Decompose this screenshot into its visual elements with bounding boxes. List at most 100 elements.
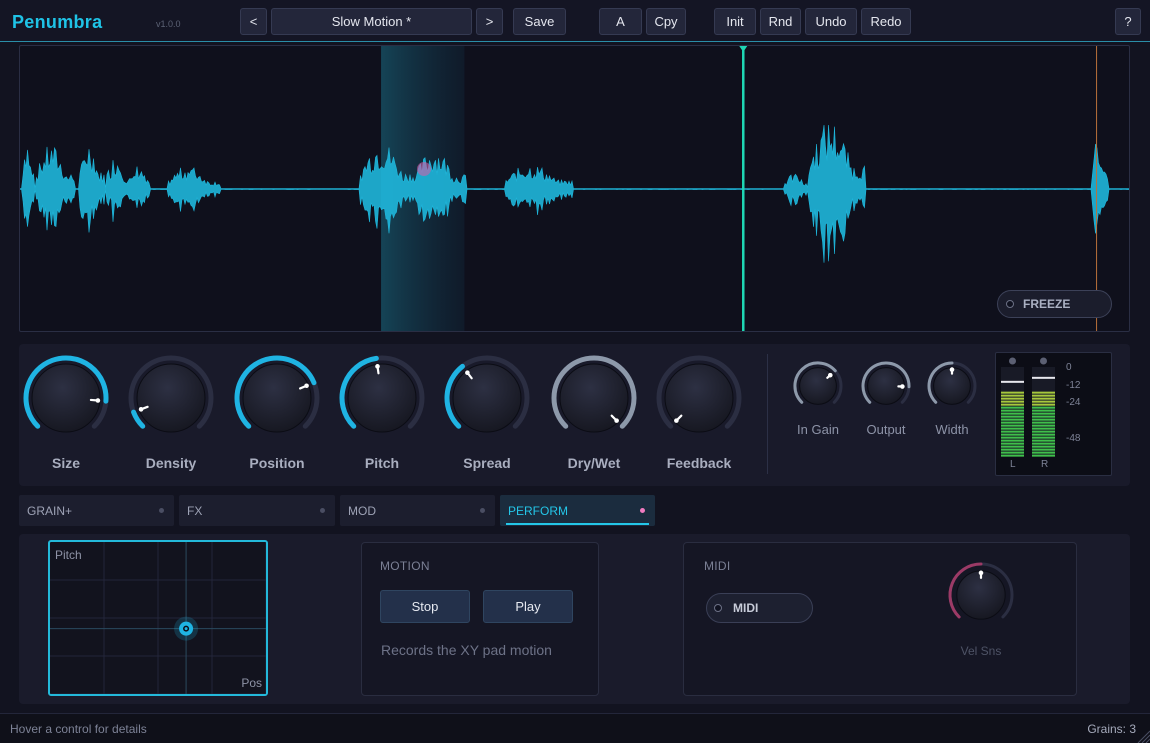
knob-body[interactable] xyxy=(31,363,101,433)
knob-label: Width xyxy=(935,422,969,437)
knob-pointer-dot xyxy=(900,384,905,389)
perform-panel: Pitch Pos MOTION Stop Play Records the X… xyxy=(19,534,1130,704)
tab-mod[interactable]: MOD xyxy=(340,495,495,526)
knob-pitch[interactable] xyxy=(337,353,427,448)
redo-button[interactable]: Redo xyxy=(861,8,911,35)
meter-segment xyxy=(1001,454,1024,457)
meter-segment xyxy=(1032,412,1055,415)
xy-pad-x-label: Pos xyxy=(241,676,262,690)
meter-tick-48: -48 xyxy=(1066,433,1081,444)
motion-play-button[interactable]: Play xyxy=(483,590,573,623)
waveform-display[interactable]: FREEZE xyxy=(19,45,1130,332)
knob-body[interactable] xyxy=(452,363,522,433)
status-bar: Hover a control for details Grains: 3 xyxy=(0,713,1150,743)
help-button[interactable]: ? xyxy=(1115,8,1141,35)
resize-grip-icon[interactable] xyxy=(1136,729,1150,743)
motion-stop-button[interactable]: Stop xyxy=(380,590,470,623)
knob-dry-wet[interactable] xyxy=(549,353,639,448)
tab-perform[interactable]: PERFORM xyxy=(500,495,655,526)
knob-density[interactable] xyxy=(126,353,216,448)
knob-graphic[interactable] xyxy=(21,353,111,443)
prev-preset-button[interactable]: < xyxy=(240,8,267,35)
meter-segment xyxy=(1001,394,1024,397)
tab-fx[interactable]: FX xyxy=(179,495,335,526)
meter-peak-hold xyxy=(1032,376,1055,379)
knob-graphic[interactable] xyxy=(860,360,912,412)
meter-segment xyxy=(1032,409,1055,412)
meter-segment xyxy=(1032,394,1055,397)
meter-segment xyxy=(1032,454,1055,457)
xy-pad-grid xyxy=(50,542,266,694)
init-button[interactable]: Init xyxy=(714,8,756,35)
knob-label: Feedback xyxy=(666,455,732,471)
save-button[interactable]: Save xyxy=(513,8,566,35)
copy-button[interactable]: Cpy xyxy=(646,8,686,35)
tab-active-underline xyxy=(506,523,649,525)
knob-in-gain[interactable] xyxy=(792,360,844,417)
knob-body[interactable] xyxy=(242,363,312,433)
knob-label: Spread xyxy=(463,455,511,471)
tab-label: GRAIN+ xyxy=(27,503,73,518)
meter-segment xyxy=(1001,421,1024,424)
tab-label: FX xyxy=(187,503,203,518)
status-hint: Hover a control for details xyxy=(10,722,147,736)
knob-graphic[interactable] xyxy=(337,353,427,443)
app-version: v1.0.0 xyxy=(156,19,181,29)
meter-segment xyxy=(1032,430,1055,433)
knob-graphic[interactable] xyxy=(926,360,978,412)
meter-segment xyxy=(1001,430,1024,433)
meter-channel-left: L xyxy=(1010,459,1016,470)
meter-segment xyxy=(1001,400,1024,403)
knob-body[interactable] xyxy=(136,363,206,433)
knob-size[interactable] xyxy=(21,353,111,448)
tab-label: MOD xyxy=(348,503,376,518)
knob-pointer-dot xyxy=(95,398,101,403)
tab-grain-plus[interactable]: GRAIN+ xyxy=(19,495,174,526)
random-button[interactable]: Rnd xyxy=(760,8,801,35)
meter-segment xyxy=(1032,418,1055,421)
knob-spread[interactable] xyxy=(442,353,532,448)
freeze-toggle[interactable]: FREEZE xyxy=(997,290,1112,318)
motion-title: MOTION xyxy=(380,559,430,573)
knob-graphic[interactable] xyxy=(654,353,744,443)
knob-output[interactable] xyxy=(860,360,912,417)
meter-segment xyxy=(1001,427,1024,430)
meter-segment xyxy=(1032,397,1055,400)
meter-channel-right: R xyxy=(1041,459,1049,470)
clip-indicator-icon[interactable] xyxy=(1009,357,1016,365)
tab-indicator xyxy=(480,508,485,513)
knob-body[interactable] xyxy=(347,363,417,433)
playhead-marker-icon[interactable] xyxy=(739,46,748,52)
velocity-sensitivity-knob[interactable] xyxy=(946,560,1016,630)
knob-width[interactable] xyxy=(926,360,978,417)
preset-name-display[interactable]: Slow Motion * xyxy=(271,8,472,35)
next-preset-button[interactable]: > xyxy=(476,8,503,35)
clip-indicator-icon[interactable] xyxy=(1040,357,1047,365)
ab-compare-button[interactable]: A xyxy=(599,8,642,35)
knob-pointer-dot xyxy=(614,418,619,423)
app-logo: Penumbra xyxy=(12,12,103,32)
xy-pad[interactable]: Pitch Pos xyxy=(48,540,268,696)
meter-tick-24: -24 xyxy=(1066,397,1081,408)
knob-graphic[interactable] xyxy=(549,353,639,443)
knob-feedback[interactable] xyxy=(654,353,744,448)
midi-title: MIDI xyxy=(704,559,731,573)
knob-pointer-dot xyxy=(949,367,955,372)
undo-button[interactable]: Undo xyxy=(805,8,857,35)
knob-graphic[interactable] xyxy=(126,353,216,443)
freeze-led xyxy=(1006,300,1014,308)
meter-tick-0: 0 xyxy=(1066,362,1072,373)
midi-toggle[interactable]: MIDI xyxy=(706,593,813,623)
meter-segment xyxy=(1001,442,1024,445)
waveform-canvas[interactable] xyxy=(20,46,1130,332)
knob-pointer-dot xyxy=(138,407,144,412)
meter-segment xyxy=(1032,451,1055,454)
knob-position[interactable] xyxy=(232,353,322,448)
knob-graphic[interactable] xyxy=(442,353,532,443)
knob-graphic[interactable] xyxy=(232,353,322,443)
meter-segment xyxy=(1001,439,1024,442)
knob-graphic[interactable] xyxy=(792,360,844,412)
knob-pointer-dot xyxy=(828,372,833,378)
knob-pointer-dot xyxy=(465,370,470,376)
meter-segment xyxy=(1032,445,1055,448)
